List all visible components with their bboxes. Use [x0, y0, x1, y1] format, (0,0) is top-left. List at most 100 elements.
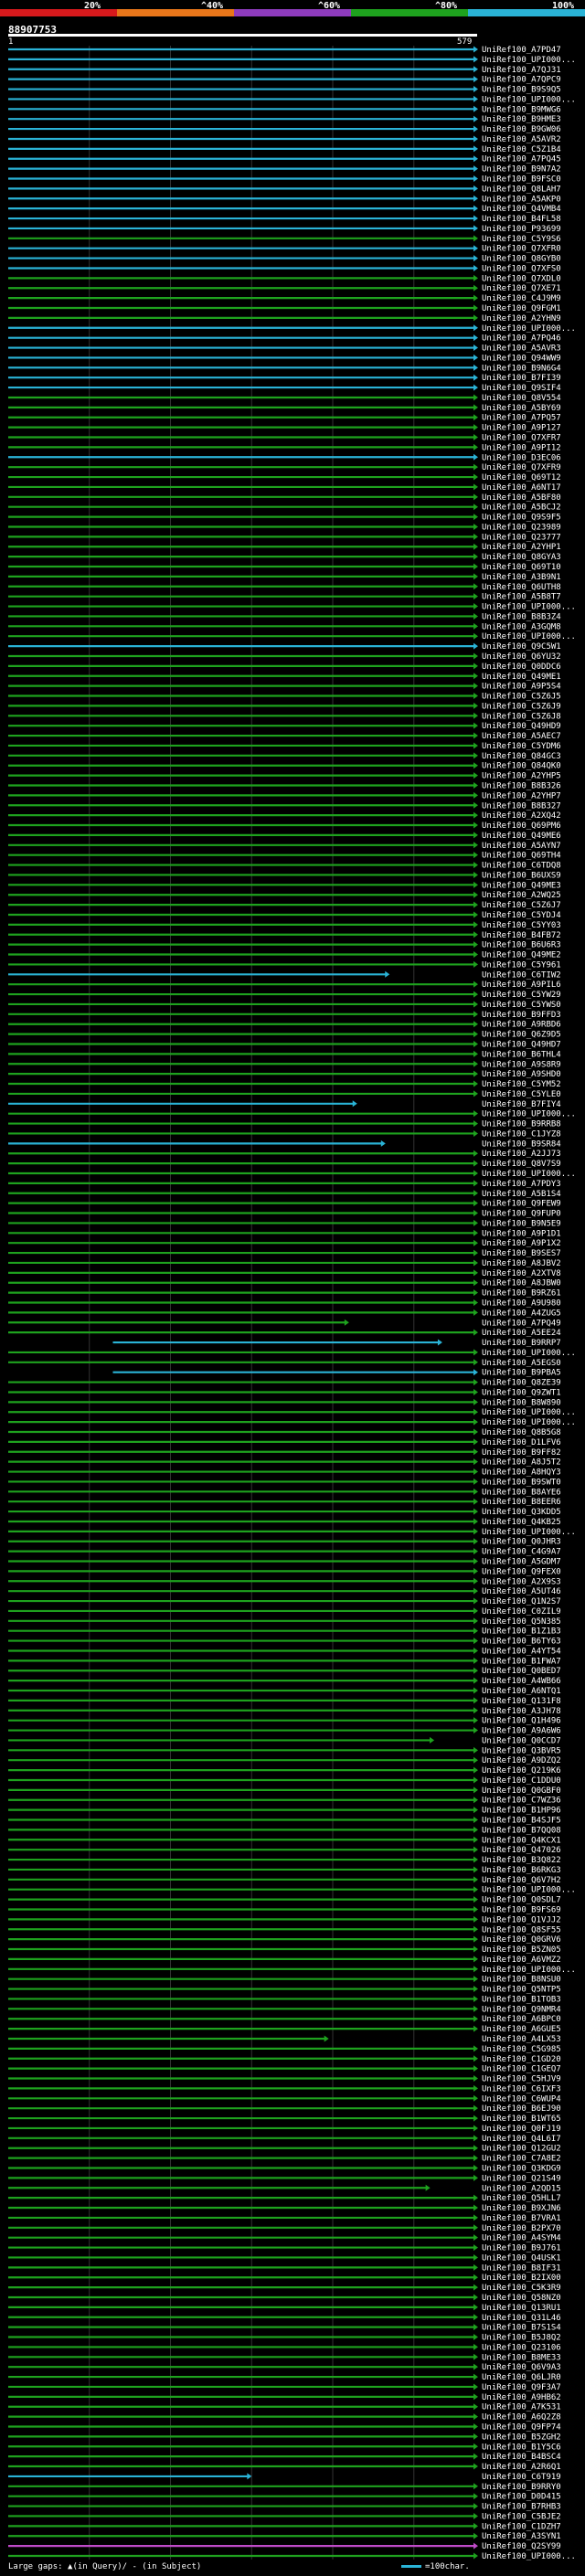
hit-label[interactable]: UniRef100_B9N5E9 [482, 1219, 561, 1228]
hit-label[interactable]: UniRef100_B3Q822 [482, 1856, 561, 1865]
hit-label[interactable]: UniRef100_Q69PM6 [482, 822, 561, 831]
hit-label[interactable]: UniRef100_A7PD47 [482, 46, 561, 55]
hit-label[interactable]: UniRef100_A5AYN7 [482, 842, 561, 851]
hit-label[interactable]: UniRef100_Q5HLL7 [482, 2194, 561, 2203]
hit-label[interactable]: UniRef100_Q9SIF4 [482, 384, 561, 393]
hit-label[interactable]: UniRef100_B9RRB8 [482, 1120, 561, 1129]
hit-label[interactable]: UniRef100_Q49HD7 [482, 1040, 561, 1049]
hit-label[interactable]: UniRef100_B8B327 [482, 801, 561, 811]
hit-label[interactable]: UniRef100_Q7XFS0 [482, 264, 561, 273]
hit-label[interactable]: UniRef100_C5YM52 [482, 1080, 561, 1089]
hit-label[interactable]: UniRef100_UPI000... [482, 1349, 576, 1358]
hit-label[interactable]: UniRef100_A7PQ49 [482, 1319, 561, 1328]
hit-label[interactable]: UniRef100_A9U980 [482, 1299, 561, 1309]
hit-label[interactable]: UniRef100_Q3KDG9 [482, 2164, 561, 2173]
hit-label[interactable]: UniRef100_Q49ME3 [482, 881, 561, 890]
hit-label[interactable]: UniRef100_A8J5T2 [482, 1458, 561, 1468]
hit-label[interactable]: UniRef100_A6GUE5 [482, 2025, 561, 2034]
hit-label[interactable]: UniRef100_Q9FUP0 [482, 1210, 561, 1219]
hit-label[interactable]: UniRef100_A5BY69 [482, 404, 561, 413]
hit-label[interactable]: UniRef100_UPI000... [482, 632, 576, 641]
hit-label[interactable]: UniRef100_B2PX70 [482, 2224, 561, 2233]
hit-label[interactable]: UniRef100_A4LX53 [482, 2035, 561, 2044]
hit-label[interactable]: UniRef100_B9SR84 [482, 1140, 561, 1149]
hit-label[interactable]: UniRef100_B4SJF5 [482, 1817, 561, 1826]
hit-label[interactable]: UniRef100_A2YHP7 [482, 791, 561, 800]
hit-label[interactable]: UniRef100_A9PI12 [482, 443, 561, 452]
hit-label[interactable]: UniRef100_Q94WW9 [482, 354, 561, 363]
hit-label[interactable]: UniRef100_Q9FGM1 [482, 304, 561, 313]
hit-label[interactable]: UniRef100_B9RZ61 [482, 1289, 561, 1299]
hit-label[interactable]: UniRef100_Q1VJJ2 [482, 1915, 561, 1924]
hit-label[interactable]: UniRef100_B9RRP7 [482, 1339, 561, 1348]
hit-label[interactable]: UniRef100_Q4L6I7 [482, 2135, 561, 2144]
hit-label[interactable]: UniRef100_Q9FEX0 [482, 1567, 561, 1576]
hit-label[interactable]: UniRef100_Q49ME6 [482, 832, 561, 841]
hit-label[interactable]: UniRef100_B9XJN6 [482, 2204, 561, 2213]
hit-label[interactable]: UniRef100_Q6V7H2 [482, 1876, 561, 1885]
hit-label[interactable]: UniRef100_C1GD20 [482, 2055, 561, 2064]
hit-label[interactable]: UniRef100_B1HP96 [482, 1807, 561, 1816]
hit-label[interactable]: UniRef100_Q4KCX1 [482, 1836, 561, 1845]
hit-label[interactable]: UniRef100_B8AYE6 [482, 1488, 561, 1497]
hit-label[interactable]: UniRef100_B8NSU0 [482, 1976, 561, 1985]
hit-label[interactable]: UniRef100_D0D415 [482, 2493, 561, 2502]
hit-label[interactable]: UniRef100_A7QPC9 [482, 76, 561, 85]
hit-label[interactable]: UniRef100_A2WQ25 [482, 891, 561, 900]
hit-label[interactable]: UniRef100_A9S8R9 [482, 1060, 561, 1069]
hit-label[interactable]: UniRef100_C4J9M9 [482, 294, 561, 303]
hit-label[interactable]: UniRef100_Q4VMB4 [482, 205, 561, 214]
hit-label[interactable]: UniRef100_Q9NMR4 [482, 2005, 561, 2014]
hit-label[interactable]: UniRef100_B6RKG3 [482, 1866, 561, 1875]
hit-label[interactable]: UniRef100_A7PQ45 [482, 155, 561, 164]
hit-label[interactable]: UniRef100_A2R6Q1 [482, 2463, 561, 2472]
hit-label[interactable]: UniRef100_C6T919 [482, 2473, 561, 2482]
hit-label[interactable]: UniRef100_C1GEQ7 [482, 2065, 561, 2074]
hit-label[interactable]: UniRef100_A6BPC0 [482, 2015, 561, 2024]
hit-label[interactable]: UniRef100_A2X9S3 [482, 1577, 561, 1586]
hit-label[interactable]: UniRef100_B9SWT0 [482, 1478, 561, 1487]
hit-label[interactable]: UniRef100_B9N6G4 [482, 364, 561, 373]
hit-label[interactable]: UniRef100_Q9C5W1 [482, 642, 561, 652]
hit-label[interactable]: UniRef100_B9RRY0 [482, 2483, 561, 2492]
hit-label[interactable]: UniRef100_B7QQ08 [482, 1826, 561, 1835]
hit-label[interactable]: UniRef100_Q23989 [482, 523, 561, 532]
hit-label[interactable]: UniRef100_A8HQY3 [482, 1468, 561, 1478]
hit-label[interactable]: UniRef100_A3GQM8 [482, 622, 561, 631]
hit-label[interactable]: UniRef100_Q2SY99 [482, 2542, 561, 2551]
hit-label[interactable]: UniRef100_A5B8T7 [482, 593, 561, 602]
hit-label[interactable]: UniRef100_B5ZGH2 [482, 2433, 561, 2442]
hit-label[interactable]: UniRef100_Q8GYB0 [482, 255, 561, 264]
hit-label[interactable]: UniRef100_B7VRA1 [482, 2214, 561, 2223]
hit-label[interactable]: UniRef100_B1TOB3 [482, 1995, 561, 2004]
hit-label[interactable]: UniRef100_Q7XFR7 [482, 434, 561, 443]
hit-label[interactable]: UniRef100_Q3KDD5 [482, 1508, 561, 1517]
hit-label[interactable]: UniRef100_A5GDM7 [482, 1558, 561, 1567]
hit-label[interactable]: UniRef100_Q6LJR0 [482, 2373, 561, 2382]
hit-label[interactable]: UniRef100_C5HJV9 [482, 2075, 561, 2084]
hit-label[interactable]: UniRef100_A9P1X2 [482, 1239, 561, 1248]
hit-label[interactable]: UniRef100_Q4KB25 [482, 1518, 561, 1527]
hit-label[interactable]: UniRef100_UPI000... [482, 1408, 576, 1417]
hit-label[interactable]: UniRef100_B1WT65 [482, 2115, 561, 2124]
hit-label[interactable]: UniRef100_UPI000... [482, 1110, 576, 1119]
hit-label[interactable]: UniRef100_B6TY63 [482, 1638, 561, 1647]
hit-label[interactable]: UniRef100_Q31L46 [482, 2314, 561, 2323]
hit-label[interactable]: UniRef100_A2JJ73 [482, 1150, 561, 1159]
hit-label[interactable]: UniRef100_C5BJE2 [482, 2512, 561, 2521]
hit-label[interactable]: UniRef100_A5AEC7 [482, 732, 561, 741]
hit-label[interactable]: UniRef100_B9GW06 [482, 125, 561, 134]
hit-label[interactable]: UniRef100_UPI000... [482, 1886, 576, 1895]
hit-label[interactable]: UniRef100_Q7XDL0 [482, 274, 561, 283]
hit-label[interactable]: UniRef100_A3JH78 [482, 1707, 561, 1716]
hit-label[interactable]: UniRef100_C5YLE0 [482, 1090, 561, 1099]
hit-label[interactable]: UniRef100_B9N7A2 [482, 165, 561, 175]
hit-label[interactable]: UniRef100_Q5NTP5 [482, 1986, 561, 1995]
hit-label[interactable]: UniRef100_Q1H496 [482, 1717, 561, 1726]
hit-label[interactable]: UniRef100_Q0DDC6 [482, 663, 561, 672]
hit-label[interactable]: UniRef100_Q8B5G8 [482, 1428, 561, 1437]
hit-label[interactable]: UniRef100_C6TIW2 [482, 970, 561, 980]
hit-label[interactable]: UniRef100_C5Z6J8 [482, 712, 561, 721]
hit-label[interactable]: UniRef100_Q9ZWT1 [482, 1388, 561, 1397]
hit-label[interactable]: UniRef100_Q8GYA3 [482, 553, 561, 562]
